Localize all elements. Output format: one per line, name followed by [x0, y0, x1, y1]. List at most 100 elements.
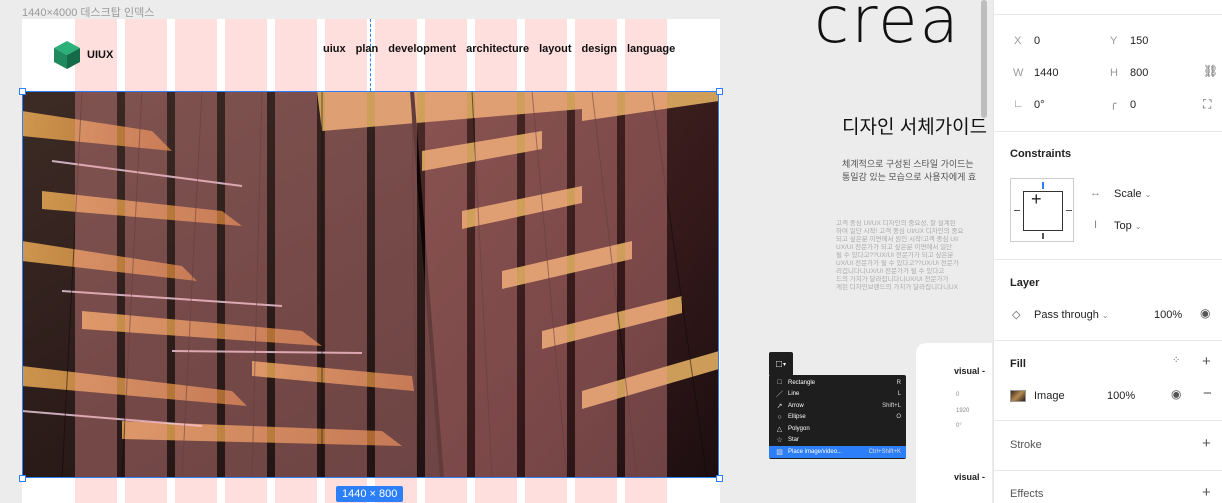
divider — [994, 420, 1222, 421]
divider — [994, 259, 1222, 260]
menu-item-place-image[interactable]: ▨ Place image/video... Ctrl+Shift+K — [769, 446, 906, 458]
blend-mode-value: Pass through — [1034, 309, 1099, 321]
canvas-scrollbar[interactable] — [981, 0, 987, 118]
divider — [994, 340, 1222, 341]
menu-item-ellipse[interactable]: ○ Ellipse O — [769, 412, 906, 424]
style-grid-icon[interactable]: ⁘ — [1172, 355, 1180, 366]
eye-icon[interactable]: ◉ — [1200, 306, 1210, 320]
constrain-proportions-icon[interactable]: ⛓ — [1203, 64, 1218, 78]
menu-item-line[interactable]: ／ Line L — [769, 389, 906, 401]
nav-item-plan[interactable]: plan — [356, 43, 379, 55]
x-label: X — [1014, 35, 1022, 47]
menu-item-arrow[interactable]: ↗ Arrow Shift+L — [769, 400, 906, 412]
constraint-widget[interactable]: + — [1010, 178, 1074, 242]
visual-card-title: visual - — [954, 366, 986, 376]
layer-title: Layer — [1010, 277, 1040, 289]
w-label: W — [1013, 67, 1024, 79]
chevron-down-icon: ▾ — [783, 361, 787, 368]
layer-opacity-input[interactable]: 100% — [1154, 309, 1182, 321]
guide-body-text: 고객 중심 UI/UX 디자인의 중요성, 잘 설계된 하여 일단 시작! 고객… — [836, 220, 964, 291]
independent-corners-icon[interactable]: ⛶ — [1203, 97, 1211, 112]
image-icon: ▨ — [776, 448, 783, 456]
shape-menu: □ Rectangle R ／ Line L ↗ Arrow Shift+L ○ Ellips… — [769, 375, 906, 459]
desktop-frame[interactable]: UIUX uiux plan development architecture … — [22, 19, 720, 503]
menu-item-rectangle[interactable]: □ Rectangle R — [769, 377, 906, 389]
nav-item-layout[interactable]: layout — [539, 43, 571, 55]
vertical-constraint-value: Top — [1114, 220, 1132, 232]
eye-icon[interactable]: ◉ — [1171, 387, 1181, 401]
center-guide — [370, 19, 371, 91]
resize-handle-bottom-right[interactable] — [716, 475, 723, 482]
radius-input[interactable]: 0 — [1130, 99, 1136, 111]
add-fill-icon[interactable]: + — [1202, 353, 1211, 370]
star-icon: ☆ — [776, 437, 783, 445]
fill-type[interactable]: Image — [1034, 390, 1065, 402]
horizontal-constraint-select[interactable]: Scale ⌄ — [1114, 188, 1151, 200]
hero-image[interactable] — [22, 91, 719, 478]
arrow-icon: ↗ — [776, 402, 783, 410]
resize-handle-top-left[interactable] — [19, 88, 26, 95]
visual-card-x: 0 — [956, 392, 960, 398]
divider — [994, 14, 1222, 15]
nav-item-architecture[interactable]: architecture — [466, 43, 529, 55]
constraint-inner-box — [1023, 191, 1063, 231]
size-badge: 1440 × 800 — [336, 486, 404, 502]
resize-handle-top-right[interactable] — [716, 88, 723, 95]
width-input[interactable]: 1440 — [1034, 67, 1058, 79]
frame-label[interactable]: 1440×4000 데스크탑 인덱스 — [22, 4, 154, 20]
h-label: H — [1110, 67, 1118, 79]
logo-text: UIUX — [87, 49, 114, 61]
vertical-constraint-icon: I — [1094, 219, 1098, 231]
y-input[interactable]: 150 — [1130, 35, 1148, 47]
nav-item-language[interactable]: language — [627, 43, 675, 55]
constraint-top-indicator[interactable] — [1042, 182, 1044, 189]
ellipse-icon: ○ — [777, 413, 782, 421]
guide-intro-line: 체계적으로 구성된 스타일 가이드는 — [842, 159, 974, 169]
constraint-left-indicator[interactable] — [1014, 210, 1020, 211]
x-input[interactable]: 0 — [1034, 35, 1040, 47]
menu-item-polygon[interactable]: △ Polygon — [769, 423, 906, 435]
cube-logo-icon — [54, 41, 80, 69]
constraint-right-indicator[interactable] — [1066, 210, 1072, 211]
chevron-down-icon: ⌄ — [1144, 190, 1152, 199]
effects-title: Effects — [1010, 488, 1044, 500]
nav-item-design[interactable]: design — [582, 43, 617, 55]
horizontal-constraint-value: Scale — [1114, 188, 1142, 200]
fill-title: Fill — [1010, 358, 1026, 370]
stroke-title: Stroke — [1010, 439, 1042, 451]
chevron-down-icon: ⌄ — [1101, 311, 1109, 320]
blend-mode-select[interactable]: Pass through ⌄ — [1034, 309, 1109, 321]
resize-handle-bottom-left[interactable] — [19, 475, 26, 482]
preview-headline: crea — [814, 0, 961, 58]
inspector-panel: X 0 Y 150 W 1440 H 800 ⛓ ∟ 0° ╭ 0 ⛶ Cons… — [993, 0, 1222, 503]
building-photo — [22, 91, 719, 478]
y-label: Y — [1110, 35, 1118, 47]
vertical-constraint-select[interactable]: Top ⌄ — [1114, 220, 1142, 232]
constraint-bottom-indicator[interactable] — [1042, 233, 1044, 239]
image-fill-thumbnail[interactable] — [1010, 390, 1026, 402]
constraints-title: Constraints — [1010, 148, 1072, 160]
add-effect-icon[interactable]: + — [1202, 484, 1211, 501]
guide-intro: 체계적으로 구성된 스타일 가이드는 통일감 있는 모습으로 사용자에게 효 — [842, 158, 976, 184]
guide-title: 디자인 서체가이드 — [842, 117, 988, 138]
top-nav: uiux plan development architecture layou… — [323, 43, 675, 55]
divider — [994, 470, 1222, 471]
chevron-down-icon: ⌄ — [1134, 222, 1142, 231]
line-icon: ／ — [776, 391, 783, 399]
rotation-input[interactable]: 0° — [1034, 99, 1045, 111]
nav-item-development[interactable]: development — [388, 43, 456, 55]
add-stroke-icon[interactable]: + — [1202, 435, 1211, 452]
polygon-icon: △ — [776, 425, 783, 433]
menu-item-star[interactable]: ☆ Star — [769, 435, 906, 447]
visual-card-title-2: visual - — [954, 472, 986, 482]
remove-fill-icon[interactable]: − — [1203, 385, 1212, 402]
visual-card-rotation: 0° — [956, 423, 962, 429]
blend-mode-icon: ◇ — [1012, 309, 1021, 321]
shape-tool-button[interactable]: □ ▾ — [769, 352, 793, 376]
site-logo[interactable]: UIUX — [53, 40, 113, 70]
fill-opacity-input[interactable]: 100% — [1107, 390, 1135, 402]
height-input[interactable]: 800 — [1130, 67, 1148, 79]
rectangle-icon: □ — [777, 379, 782, 387]
corner-radius-icon: ╭ — [1110, 98, 1117, 110]
nav-item-uiux[interactable]: uiux — [323, 43, 346, 55]
